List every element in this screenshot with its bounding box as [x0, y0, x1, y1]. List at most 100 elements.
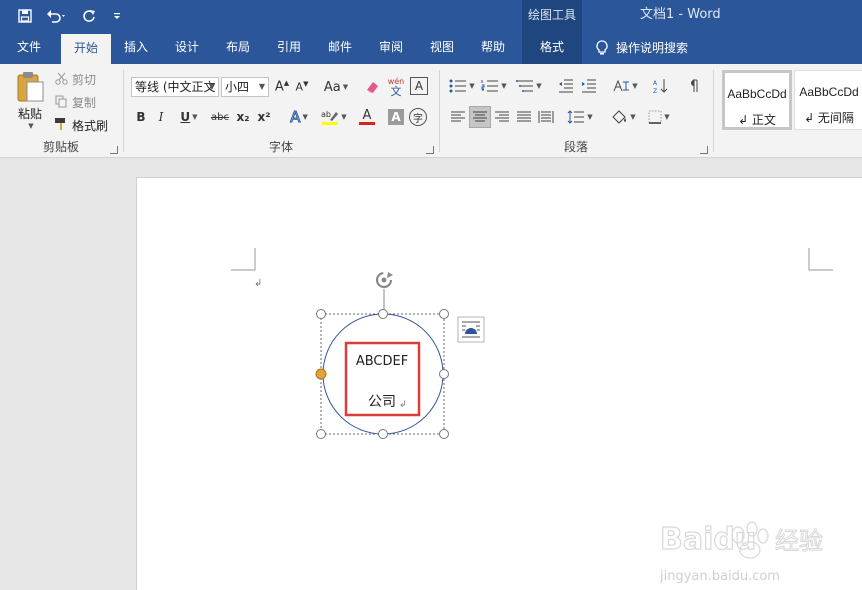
font-size-combo[interactable]: 小四 ▼ — [221, 77, 269, 97]
font-name-combo[interactable]: 等线 (中文正文 ▼ — [131, 77, 219, 97]
change-case-button[interactable]: Aa ▼ — [322, 77, 350, 97]
customize-qat-button[interactable] — [106, 5, 128, 27]
chinese-layout-button[interactable]: ▼ — [610, 76, 640, 96]
show-marks-button[interactable] — [683, 76, 703, 96]
character-border-button[interactable]: A — [410, 77, 428, 95]
ribbon-tabs: 文件 开始 插入 设计 布局 引用 邮件 审阅 视图 帮助 格式 操作说明搜索 — [0, 32, 862, 64]
cut-button[interactable]: 剪切 — [72, 71, 96, 88]
style-no-spacing[interactable]: AaBbCcDd ↲ 无间隔 — [794, 70, 862, 130]
resize-handle-left[interactable] — [315, 368, 327, 380]
phonetic-guide-button[interactable]: wén 文 — [386, 75, 406, 99]
paste-button[interactable]: 粘贴 ▼ — [10, 70, 50, 130]
align-right-icon — [495, 111, 509, 122]
decrease-indent-button[interactable] — [556, 76, 576, 96]
highlighter-icon: ab — [321, 110, 339, 125]
shading-button[interactable]: ▼ — [608, 107, 638, 127]
character-shading-button[interactable]: A — [388, 109, 404, 125]
borders-icon — [648, 110, 662, 124]
align-right-button[interactable] — [492, 107, 512, 127]
clear-format-button[interactable] — [364, 77, 382, 97]
clipboard-group: 粘贴 ▼ 剪切 复制 格式刷 剪贴板 — [0, 64, 122, 158]
multilevel-list-button[interactable]: ▼ — [514, 76, 544, 96]
grow-font-button[interactable]: A▲ — [274, 77, 290, 97]
clipboard-group-label: 剪贴板 — [42, 140, 79, 154]
document-page[interactable] — [136, 177, 862, 590]
chevron-down-icon: ▼ — [630, 113, 636, 121]
tab-review[interactable]: 审阅 — [367, 32, 415, 64]
subscript-button[interactable]: x₂ — [234, 107, 252, 127]
italic-button[interactable]: I — [153, 107, 169, 127]
style-name: ↲ 正文 — [738, 113, 776, 127]
tab-insert[interactable]: 插入 — [112, 32, 160, 64]
increase-indent-button[interactable] — [579, 76, 599, 96]
chevron-down-icon: ▼ — [192, 113, 198, 121]
tell-me-search[interactable]: 操作说明搜索 — [596, 32, 688, 64]
resize-handle-bottom[interactable] — [378, 429, 388, 439]
tab-format[interactable]: 格式 — [522, 32, 582, 64]
tab-file[interactable]: 文件 — [4, 32, 54, 64]
bullets-button[interactable]: ▼ — [448, 76, 476, 96]
paragraph-launcher-icon[interactable] — [700, 146, 708, 154]
resize-handle-top[interactable] — [378, 309, 388, 319]
circle-shape[interactable] — [322, 313, 444, 435]
chevron-down-icon: ▼ — [341, 113, 347, 121]
resize-handle-top-right[interactable] — [439, 309, 449, 319]
chevron-down-icon: ▼ — [501, 82, 507, 90]
line-spacing-icon — [567, 110, 585, 124]
distributed-button[interactable] — [536, 107, 556, 127]
tab-mailings[interactable]: 邮件 — [316, 32, 364, 64]
justify-button[interactable] — [514, 107, 534, 127]
tab-home[interactable]: 开始 — [61, 34, 111, 64]
undo-button[interactable] — [42, 5, 72, 27]
resize-handle-right[interactable] — [439, 369, 449, 379]
layout-options-button[interactable] — [457, 316, 485, 343]
pilcrow-icon — [691, 79, 698, 92]
tab-help[interactable]: 帮助 — [469, 32, 517, 64]
svg-text:Z: Z — [653, 88, 657, 94]
resize-handle-top-left[interactable] — [316, 309, 326, 319]
highlight-button[interactable]: ab ▼ — [319, 107, 349, 127]
shrink-font-icon: A▼ — [295, 80, 309, 94]
paragraph-group-label: 段落 — [563, 140, 588, 154]
font-group-label: 字体 — [268, 140, 293, 154]
text-effects-button[interactable]: A ▼ — [285, 107, 313, 127]
format-painter-button[interactable]: 格式刷 — [72, 117, 108, 134]
quick-access-toolbar — [14, 5, 128, 27]
copy-button[interactable]: 复制 — [72, 94, 96, 111]
save-button[interactable] — [14, 5, 36, 27]
clipboard-launcher-icon[interactable] — [110, 146, 118, 154]
numbering-icon — [481, 80, 499, 92]
distributed-icon — [538, 111, 554, 123]
font-color-button[interactable]: A — [353, 107, 381, 127]
enclose-characters-button[interactable]: 字 — [409, 108, 427, 126]
paste-dropdown-icon: ▼ — [28, 121, 34, 130]
styles-group: AaBbCcDd ↲ 正文 AaBbCcDd ↲ 无间隔 — [714, 64, 862, 158]
sort-button[interactable]: AZ — [651, 76, 671, 96]
superscript-button[interactable]: x² — [255, 107, 273, 127]
line-spacing-button[interactable]: ▼ — [566, 107, 594, 127]
align-left-button[interactable] — [448, 107, 468, 127]
borders-button[interactable]: ▼ — [644, 107, 674, 127]
tab-view[interactable]: 视图 — [418, 32, 466, 64]
resize-handle-bottom-right[interactable] — [439, 429, 449, 439]
customize-icon — [114, 13, 120, 19]
undo-icon — [47, 10, 65, 23]
sort-icon: AZ — [653, 79, 668, 94]
redo-button[interactable] — [78, 5, 100, 27]
font-launcher-icon[interactable] — [426, 146, 434, 154]
numbering-button[interactable]: ▼ — [480, 76, 508, 96]
font-name-value: 等线 (中文正文 — [135, 80, 216, 94]
strikethrough-button[interactable]: abc — [209, 107, 231, 127]
phonetic-bottom: 文 — [390, 85, 402, 98]
shrink-font-button[interactable]: A▼ — [294, 77, 310, 97]
underline-button[interactable]: U ▼ — [176, 107, 202, 127]
style-normal[interactable]: AaBbCcDd ↲ 正文 — [722, 70, 792, 130]
tab-design[interactable]: 设计 — [163, 32, 211, 64]
justify-icon — [517, 111, 531, 122]
tab-layout[interactable]: 布局 — [214, 32, 262, 64]
eraser-icon — [367, 82, 378, 93]
align-center-button[interactable] — [469, 106, 491, 128]
bold-button[interactable]: B — [133, 107, 149, 127]
tab-references[interactable]: 引用 — [265, 32, 313, 64]
resize-handle-bottom-left[interactable] — [316, 429, 326, 439]
